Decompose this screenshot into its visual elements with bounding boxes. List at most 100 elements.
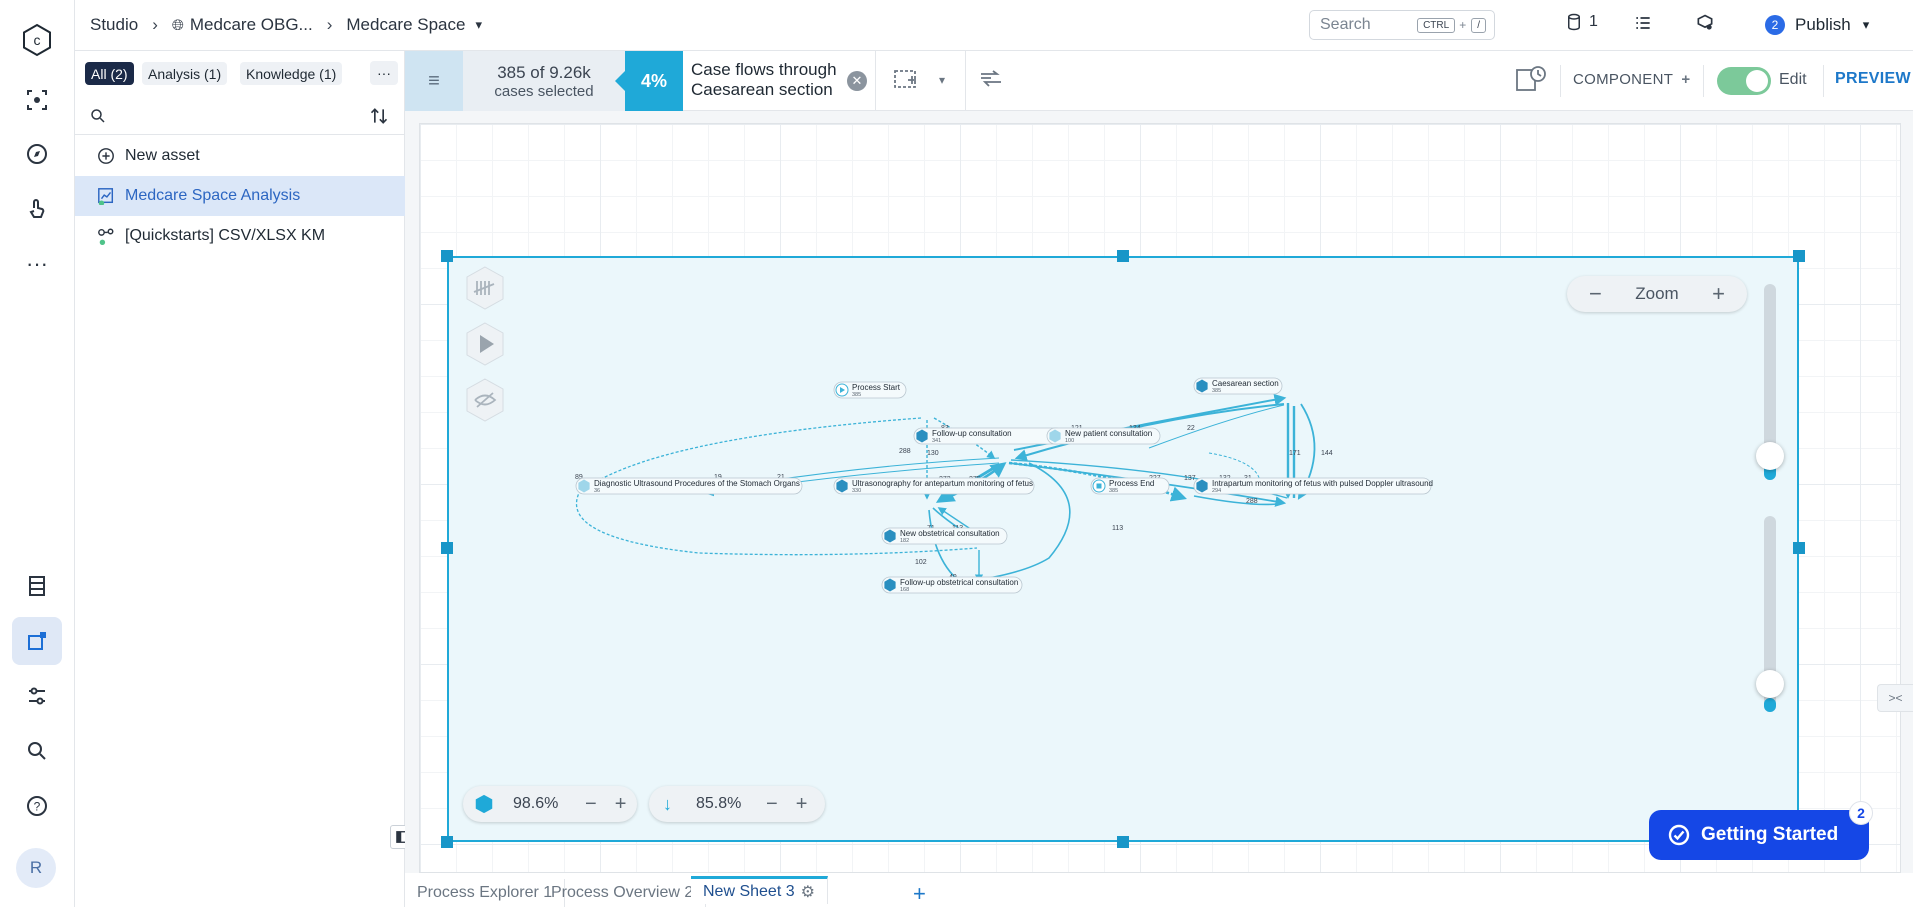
avatar[interactable]: R: [16, 848, 56, 888]
version-history-icon[interactable]: [1515, 64, 1547, 99]
breadcrumb-package[interactable]: 🌐︎ Medcare OBG...: [172, 15, 313, 35]
hand-pointer-icon[interactable]: [12, 185, 62, 233]
selection-percentage-badge: 4%: [615, 51, 683, 111]
process-node-diag[interactable]: Diagnostic Ultrasound Procedures of the …: [575, 477, 803, 495]
tab-all[interactable]: All (2): [85, 62, 134, 85]
breadcrumb-studio[interactable]: Studio: [90, 15, 138, 35]
preview-button[interactable]: PREVIEW: [1835, 70, 1911, 88]
zoom-out-button[interactable]: −: [1589, 281, 1602, 307]
add-sheet-button[interactable]: +: [913, 881, 926, 907]
edge-label: 288: [899, 448, 911, 455]
process-node-start[interactable]: Process Start385: [833, 381, 907, 399]
publish-button[interactable]: 2 Publish ▾: [1765, 10, 1869, 40]
divider: [1823, 65, 1824, 97]
sheet-tab-process-overview[interactable]: Process Overview 2: [539, 879, 707, 907]
compass-icon[interactable]: [12, 130, 62, 178]
process-node-label: Caesarean section: [1212, 379, 1279, 388]
chevron-right-icon: ›: [152, 15, 158, 34]
filter-swap-icon[interactable]: [978, 68, 1004, 97]
connections-increase-button[interactable]: +: [796, 793, 808, 816]
edit-mode-toggle[interactable]: [1717, 67, 1771, 95]
resize-handle[interactable]: [1117, 250, 1129, 262]
getting-started-button[interactable]: Getting Started: [1649, 810, 1869, 860]
resize-handle[interactable]: [1793, 250, 1805, 262]
search-input[interactable]: Search CTRL + /: [1309, 10, 1495, 40]
celonis-logo-icon[interactable]: c: [12, 16, 62, 64]
process-node-newpat[interactable]: New patient consultation100: [1046, 427, 1161, 445]
zoom-in-button[interactable]: +: [1712, 281, 1725, 307]
activities-decrease-button[interactable]: −: [585, 793, 597, 816]
activity-hexagon-icon: [475, 794, 493, 814]
sort-icon[interactable]: [369, 106, 389, 126]
data-model-button[interactable]: 1: [1565, 13, 1598, 31]
process-node-intra[interactable]: Intrapartum monitoring of fetus with pul…: [1193, 477, 1433, 495]
gear-icon[interactable]: ⚙: [801, 882, 815, 902]
add-component-button[interactable]: COMPONENT +: [1573, 71, 1690, 88]
kpi-counter-icon[interactable]: [463, 264, 507, 312]
process-intelligence-icon[interactable]: [12, 76, 62, 124]
publish-count-badge: 2: [1765, 15, 1785, 35]
asset-item-label: [Quickstarts] CSV/XLSX KM: [125, 227, 326, 244]
checklist-icon[interactable]: [1633, 13, 1653, 33]
search-icon: [91, 109, 105, 123]
play-animation-icon[interactable]: [463, 320, 507, 368]
process-node-newobs[interactable]: New obstetrical consultation182: [881, 527, 1008, 545]
process-node-label: Ultrasonography for antepartum monitorin…: [852, 479, 1033, 488]
resize-handle[interactable]: [441, 836, 453, 848]
remove-filter-icon[interactable]: ✕: [847, 71, 867, 91]
resize-handle[interactable]: [441, 542, 453, 554]
studio-icon[interactable]: [12, 617, 62, 665]
process-node-fuobs[interactable]: Follow-up obstetrical consultation168: [881, 576, 1023, 594]
resize-handle[interactable]: [1117, 836, 1129, 848]
edge-label: 22: [1187, 425, 1195, 432]
connections-decrease-button[interactable]: −: [766, 793, 778, 816]
connections-slider-handle[interactable]: [1756, 670, 1784, 698]
activities-increase-button[interactable]: +: [615, 793, 627, 816]
check-badge-icon: [1668, 824, 1690, 846]
breadcrumb-space[interactable]: Medcare Space ▾: [346, 15, 482, 35]
divider: [875, 51, 876, 111]
edge-labels: 8313089192128827327512113422171144227137…: [575, 425, 1333, 581]
help-icon[interactable]: ?: [12, 782, 62, 830]
data-pool-icon[interactable]: [12, 562, 62, 610]
chevron-down-icon: ▾: [475, 17, 482, 32]
process-node-label: Follow-up obstetrical consultation: [900, 578, 1018, 587]
process-node-label: Process Start: [852, 383, 901, 392]
activities-slider-handle[interactable]: [1756, 442, 1784, 470]
new-asset-button[interactable]: New asset: [75, 136, 405, 176]
process-node-followup[interactable]: Follow-up consultation341: [913, 427, 1065, 445]
more-options-button[interactable]: ···: [370, 61, 398, 85]
package-settings-icon[interactable]: [1695, 13, 1715, 33]
chevron-down-icon: ▾: [1862, 17, 1870, 32]
process-map: 8313089192128827327512113422171144227137…: [575, 377, 1433, 594]
side-panel-toggle-icon[interactable]: ><: [1877, 684, 1913, 712]
asset-search-input[interactable]: [75, 97, 405, 135]
active-filter[interactable]: Case flows through Caesarean section: [691, 60, 837, 100]
hide-eye-icon[interactable]: [463, 376, 507, 424]
edge-label: 144: [1321, 450, 1333, 457]
process-explorer-component[interactable]: 8313089192128827327512113422171144227137…: [447, 256, 1799, 842]
process-node-count: 385: [852, 392, 861, 398]
process-node-ultra[interactable]: Ultrasonography for antepartum monitorin…: [833, 477, 1035, 495]
asset-item-quickstarts-km[interactable]: [Quickstarts] CSV/XLSX KM: [75, 216, 405, 256]
sheet-tab-new-sheet[interactable]: New Sheet 3 ⚙: [691, 876, 828, 904]
hamburger-menu-icon[interactable]: ≡: [405, 51, 463, 111]
tab-knowledge[interactable]: Knowledge (1): [240, 62, 343, 85]
settings-sliders-icon[interactable]: [12, 672, 62, 720]
tab-analysis[interactable]: Analysis (1): [142, 62, 228, 85]
process-node-count: 385: [1212, 388, 1221, 394]
sheet-tabs: Process Explorer 1 Process Overview 2 Ne…: [405, 873, 1913, 907]
selection-tool-icon[interactable]: [893, 68, 921, 97]
activities-slider[interactable]: [1756, 284, 1784, 480]
cases-selected-box[interactable]: 385 of 9.26k cases selected: [463, 51, 625, 111]
search-icon[interactable]: [12, 727, 62, 775]
chevron-down-icon[interactable]: ▾: [939, 73, 945, 87]
resize-handle[interactable]: [1793, 542, 1805, 554]
process-node-caes[interactable]: Caesarean section385: [1193, 377, 1283, 395]
process-node-label: Intrapartum monitoring of fetus with pul…: [1212, 479, 1433, 488]
resize-handle[interactable]: [441, 250, 453, 262]
more-apps-icon[interactable]: ···: [12, 240, 62, 288]
process-node-end[interactable]: Process End385: [1090, 477, 1170, 495]
connections-slider[interactable]: [1756, 516, 1784, 712]
asset-item-medcare-space-analysis[interactable]: Medcare Space Analysis: [75, 176, 405, 216]
